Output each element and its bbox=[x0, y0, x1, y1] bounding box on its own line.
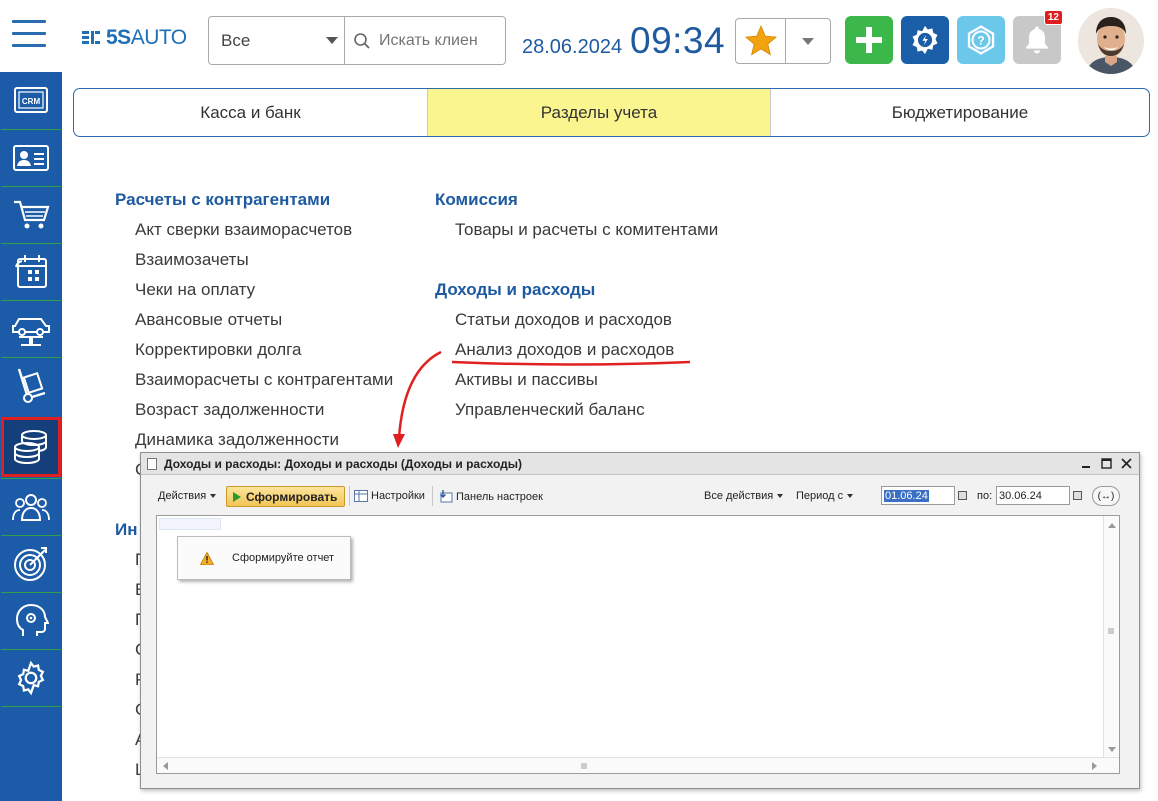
toolbar-separator bbox=[432, 486, 433, 506]
report-cell[interactable] bbox=[159, 518, 221, 530]
period-select-button[interactable]: (↔) bbox=[1092, 486, 1120, 506]
vertical-scrollbar[interactable] bbox=[1103, 516, 1119, 773]
period-from-label: Период с bbox=[796, 490, 844, 502]
minimize-icon[interactable] bbox=[1079, 456, 1093, 470]
toolbar-separator bbox=[349, 486, 350, 506]
caret-icon bbox=[847, 494, 854, 498]
report-window-title: Доходы и расходы: Доходы и расходы (Дохо… bbox=[164, 456, 523, 471]
report-toolbar: Действия Сформировать Настройки Панель н… bbox=[141, 476, 1139, 516]
actions-menu[interactable]: Действия bbox=[158, 490, 217, 502]
caret-icon bbox=[777, 494, 784, 498]
annotation-arrow bbox=[397, 350, 442, 439]
arrow-head-icon bbox=[393, 434, 405, 448]
calendar-icon[interactable] bbox=[1070, 487, 1084, 504]
close-icon[interactable] bbox=[1119, 456, 1133, 470]
settings-label: Настройки bbox=[371, 490, 425, 502]
period-type-menu[interactable]: Период с bbox=[796, 490, 854, 502]
generate-label: Сформировать bbox=[246, 489, 338, 504]
date-to-value: 30.06.24 bbox=[999, 489, 1042, 502]
caret-icon bbox=[210, 494, 217, 498]
report-window: Доходы и расходы: Доходы и расходы (Дохо… bbox=[140, 452, 1140, 789]
all-actions-menu[interactable]: Все действия bbox=[704, 490, 784, 502]
report-area: Сформируйте отчет bbox=[156, 515, 1120, 774]
date-to-input[interactable]: 30.06.24 bbox=[996, 486, 1070, 505]
maximize-icon[interactable] bbox=[1099, 456, 1113, 470]
all-actions-label: Все действия bbox=[704, 490, 774, 502]
document-icon bbox=[147, 457, 157, 470]
warning-icon bbox=[200, 551, 214, 565]
generate-report-notice: Сформируйте отчет bbox=[177, 536, 351, 580]
settings-panel-label: Панель настроек bbox=[456, 490, 543, 503]
actions-label: Действия bbox=[158, 490, 207, 502]
scroll-down-icon[interactable] bbox=[1108, 747, 1116, 752]
scroll-right-icon[interactable] bbox=[1092, 762, 1097, 770]
settings-button[interactable]: Настройки bbox=[354, 490, 425, 502]
settings-table-icon bbox=[354, 490, 368, 502]
date-to-label: по: bbox=[977, 490, 993, 502]
settings-panel-button[interactable]: Панель настроек bbox=[439, 490, 543, 503]
scroll-thumb[interactable] bbox=[1108, 628, 1114, 634]
scroll-thumb[interactable] bbox=[581, 763, 587, 769]
horizontal-scrollbar[interactable] bbox=[157, 757, 1119, 773]
scroll-up-icon[interactable] bbox=[1108, 523, 1116, 528]
generate-button[interactable]: Сформировать bbox=[226, 486, 345, 507]
panel-icon bbox=[440, 490, 453, 503]
annotation-underline bbox=[451, 360, 691, 366]
generate-report-message: Сформируйте отчет bbox=[232, 552, 335, 564]
play-icon bbox=[233, 491, 241, 502]
report-window-titlebar[interactable]: Доходы и расходы: Доходы и расходы (Дохо… bbox=[141, 453, 1139, 475]
date-from-input[interactable]: 01.06.24 bbox=[881, 486, 955, 505]
date-from-value: 01.06.24 bbox=[884, 489, 929, 502]
calendar-icon[interactable] bbox=[955, 487, 969, 504]
scroll-left-icon[interactable] bbox=[163, 762, 168, 770]
